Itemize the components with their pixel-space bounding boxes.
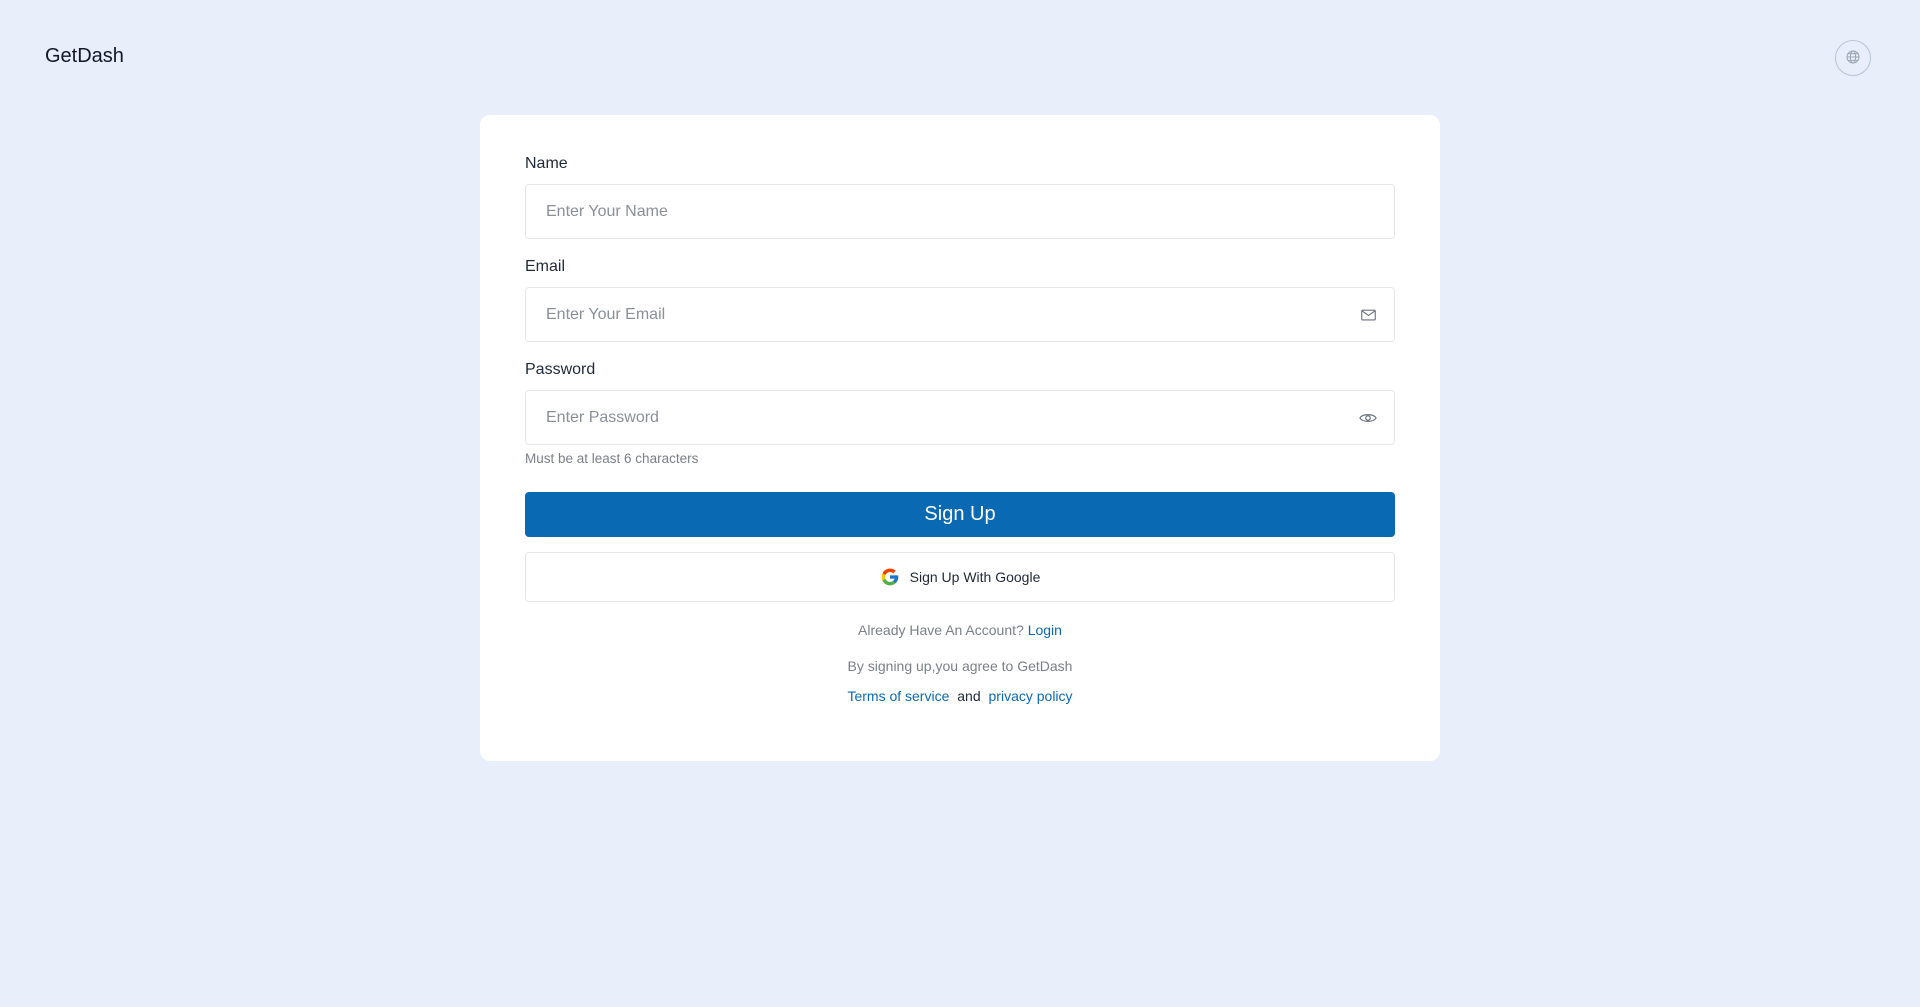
password-label: Password — [525, 361, 596, 378]
agreement-text: By signing up,you agree to GetDash — [847, 658, 1073, 674]
password-input-wrapper — [525, 390, 1395, 445]
name-field-group: Name — [525, 155, 1395, 239]
and-text: and — [957, 688, 981, 704]
name-input[interactable] — [526, 185, 1394, 238]
globe-icon — [1845, 49, 1861, 68]
terms-of-service-link[interactable]: Terms of service — [847, 688, 949, 704]
email-field-group: Email — [525, 258, 1395, 342]
google-sign-up-label: Sign Up With Google — [909, 569, 1041, 585]
brand-logo: GetDash — [45, 45, 124, 67]
login-link[interactable]: Login — [1028, 622, 1062, 638]
language-button[interactable] — [1835, 40, 1871, 76]
name-label: Name — [525, 155, 568, 172]
sign-up-button[interactable]: Sign Up — [525, 492, 1395, 537]
password-field-group: Password Must be at least 6 characters — [525, 361, 1395, 467]
email-input[interactable] — [526, 288, 1394, 341]
legal-links: Terms of service and privacy policy — [525, 688, 1395, 704]
eye-icon[interactable] — [1356, 406, 1380, 430]
login-prompt: Already Have An Account? Login — [525, 622, 1395, 638]
privacy-policy-link[interactable]: privacy policy — [989, 688, 1073, 704]
signup-form: Name Email Password — [525, 155, 1395, 704]
password-input[interactable] — [526, 391, 1394, 444]
mail-icon — [1356, 303, 1380, 327]
google-sign-up-button[interactable]: Sign Up With Google — [525, 552, 1395, 602]
email-input-wrapper — [525, 287, 1395, 342]
google-icon — [880, 567, 900, 587]
name-input-wrapper — [525, 184, 1395, 239]
password-hint: Must be at least 6 characters — [525, 451, 699, 466]
signup-card: Name Email Password — [480, 115, 1440, 761]
account-prompt-text: Already Have An Account? — [858, 622, 1024, 638]
email-label: Email — [525, 258, 566, 275]
